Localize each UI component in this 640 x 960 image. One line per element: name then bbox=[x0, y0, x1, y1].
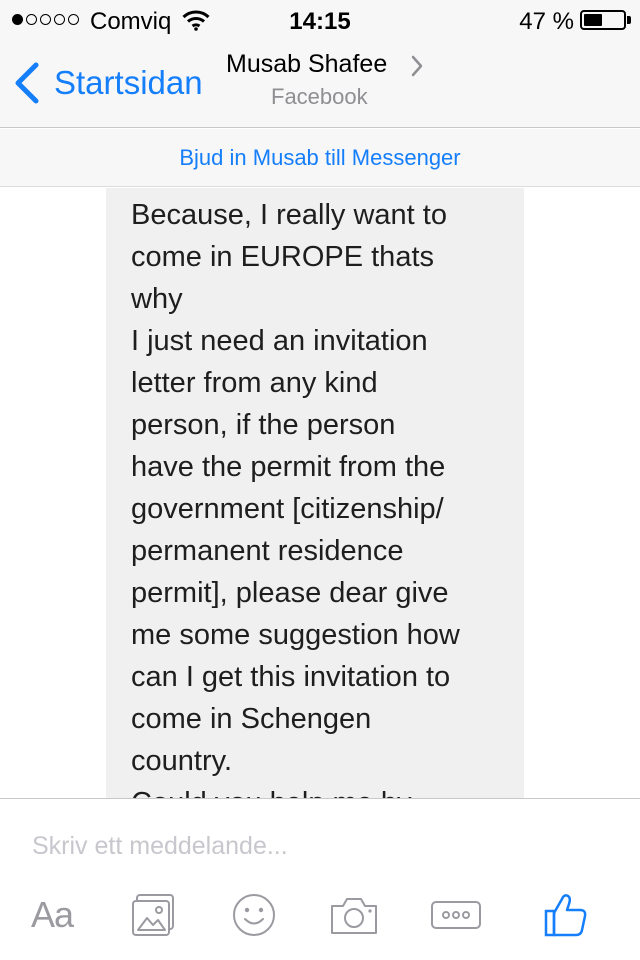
back-label: Startsidan bbox=[54, 64, 203, 101]
camera-icon bbox=[331, 898, 377, 934]
contact-subtitle: Facebook bbox=[271, 84, 368, 109]
contact-name: Musab Shafee bbox=[226, 50, 388, 78]
camera-button[interactable] bbox=[322, 887, 386, 943]
message-line: country. bbox=[131, 745, 233, 777]
message-line: Could you help me by bbox=[131, 782, 500, 798]
composer-toolbar: Aa bbox=[0, 887, 640, 943]
message-line: have the permit from the bbox=[131, 451, 446, 483]
battery-percentage: 47 % bbox=[519, 8, 574, 35]
back-button[interactable]: Startsidan bbox=[12, 58, 203, 108]
chevron-left-icon bbox=[15, 62, 39, 104]
message-line: permit], please dear give bbox=[131, 577, 449, 609]
emoji-icon bbox=[233, 894, 275, 936]
invite-to-messenger-banner[interactable]: Bjud in Musab till Messenger bbox=[0, 129, 640, 187]
message-line: permanent residence bbox=[131, 535, 404, 567]
more-button[interactable] bbox=[424, 887, 488, 943]
chevron-right-icon bbox=[411, 55, 423, 77]
battery-level bbox=[584, 14, 602, 26]
more-icon bbox=[431, 901, 481, 929]
message-line: come in EUROPE thats bbox=[131, 241, 434, 273]
message-line: why bbox=[131, 283, 183, 315]
messenger-screen: Comviq 14:15 47 % Startsidan Musab Shafe… bbox=[0, 0, 640, 960]
like-button[interactable] bbox=[534, 887, 598, 943]
text-format-icon: Aa bbox=[30, 894, 74, 935]
like-icon bbox=[544, 894, 587, 937]
message-line: Because, I really want to bbox=[131, 199, 447, 231]
message-line: come in Schengen bbox=[131, 703, 372, 735]
message-line: can I get this invitation to bbox=[131, 661, 451, 693]
contact-header[interactable]: Musab Shafee Facebook bbox=[226, 50, 423, 109]
message-line: government [citizenship/ bbox=[131, 493, 444, 525]
photo-button[interactable] bbox=[122, 887, 186, 943]
message-bubble: Because, I really want to come in EUROPE… bbox=[106, 188, 524, 798]
emoji-button[interactable] bbox=[222, 887, 286, 943]
message-thread[interactable]: Because, I really want to come in EUROPE… bbox=[0, 188, 640, 798]
message-input[interactable] bbox=[32, 829, 592, 863]
navigation-bar: Startsidan Musab Shafee Facebook bbox=[0, 40, 640, 128]
message-line: me some suggestion how bbox=[131, 619, 460, 651]
status-bar: Comviq 14:15 47 % bbox=[0, 0, 640, 40]
message-line: letter from any kind bbox=[131, 367, 378, 399]
message-line: I just need an invitation bbox=[131, 325, 428, 357]
message-line: person, if the person bbox=[131, 409, 396, 441]
composer: Aa bbox=[0, 798, 640, 960]
photo-icon bbox=[132, 894, 174, 936]
text-format-button[interactable]: Aa bbox=[20, 887, 84, 943]
battery-tip bbox=[627, 16, 631, 24]
battery-icon bbox=[580, 10, 626, 30]
